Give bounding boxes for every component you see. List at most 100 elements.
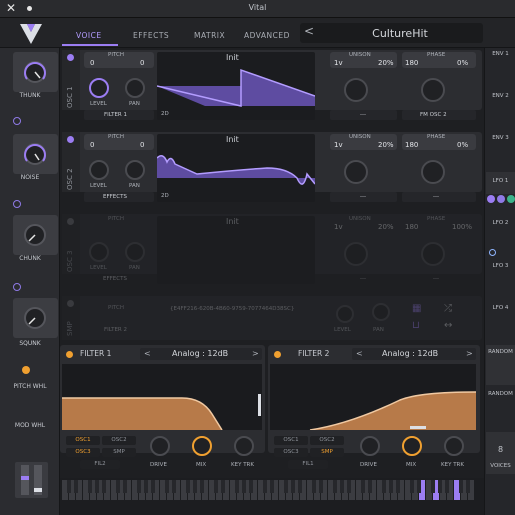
piano-black-key[interactable]: [249, 480, 253, 493]
piano-black-key[interactable]: [396, 480, 400, 493]
mod-source-icon[interactable]: [497, 195, 505, 203]
osc2-phase-rand[interactable]: 0%: [457, 141, 468, 149]
filter2-response-graph[interactable]: [270, 364, 477, 431]
env3-tab[interactable]: ENV 3: [486, 135, 515, 141]
wheel-controls[interactable]: [15, 462, 48, 498]
filter1-mix-knob[interactable]: [192, 436, 212, 456]
filter2-next-icon[interactable]: >: [466, 349, 473, 358]
osc1-pan-knob[interactable]: [125, 78, 145, 98]
osc3-dest-text[interactable]: EFFECTS: [103, 276, 127, 282]
pitch-wheel-label[interactable]: PITCH WHL: [0, 383, 60, 390]
random1-tab[interactable]: RANDOM: [486, 349, 515, 355]
filter1-src-osc1[interactable]: OSC1: [66, 436, 100, 445]
tab-effects[interactable]: EFFECTS: [133, 31, 169, 40]
osc1-wavetable-display[interactable]: [156, 52, 316, 120]
osc1-phase-value[interactable]: 180: [405, 59, 418, 67]
osc3-unison-knob[interactable]: [344, 242, 368, 266]
piano-black-key[interactable]: [200, 480, 204, 493]
osc1-enable-toggle[interactable]: [67, 54, 74, 61]
sampler-level-knob[interactable]: [336, 305, 354, 323]
filter1-route-target[interactable]: FIL2: [80, 460, 120, 469]
filter2-src-osc1[interactable]: OSC1: [274, 436, 308, 445]
piano-black-key[interactable]: [417, 480, 421, 493]
filter1-drive-knob[interactable]: [150, 436, 170, 456]
sampler-pan-knob[interactable]: [372, 303, 390, 321]
sampler-bounce-icon[interactable]: ↔: [444, 320, 452, 331]
osc3-phase-sel-text[interactable]: ---: [433, 276, 439, 282]
piano-black-key[interactable]: [340, 480, 344, 493]
osc2-pan-knob[interactable]: [125, 160, 145, 180]
osc3-phase-knob[interactable]: [421, 242, 445, 266]
filter1-src-osc3[interactable]: OSC3: [66, 448, 100, 457]
lfo4-tab[interactable]: LFO 4: [486, 305, 515, 311]
preset-prev-button[interactable]: <: [304, 24, 314, 38]
piano-black-key[interactable]: [284, 480, 288, 493]
piano-black-key[interactable]: [235, 480, 239, 493]
piano-black-key[interactable]: [67, 480, 71, 493]
piano-black-key[interactable]: [466, 480, 470, 493]
piano-black-key[interactable]: [151, 480, 155, 493]
osc1-wavetable-name[interactable]: Init: [226, 53, 239, 62]
osc2-dim-label[interactable]: 2D: [161, 193, 169, 199]
lfo1-tab[interactable]: LFO 1: [486, 178, 515, 184]
piano-black-key[interactable]: [74, 480, 78, 493]
osc2-unison-voices[interactable]: 1v: [334, 141, 343, 149]
filter2-prev-icon[interactable]: <: [356, 349, 363, 358]
osc3-phase-value[interactable]: 180: [405, 223, 418, 231]
piano-black-key[interactable]: [291, 480, 295, 493]
piano-black-key[interactable]: [88, 480, 92, 493]
vital-logo-icon[interactable]: [18, 22, 44, 46]
osc3-wavetable-name[interactable]: Init: [226, 217, 239, 226]
preset-name[interactable]: CultureHit: [330, 27, 470, 40]
piano-black-key[interactable]: [312, 480, 316, 493]
filter1-prev-icon[interactable]: <: [144, 349, 151, 358]
piano-black-key[interactable]: [368, 480, 372, 493]
filter2-src-osc2[interactable]: OSC2: [310, 436, 344, 445]
osc2-pitch-transpose[interactable]: 0: [90, 141, 94, 149]
voices-value[interactable]: 8: [486, 445, 515, 454]
macro-knob-4[interactable]: [13, 298, 58, 338]
filter2-mix-knob[interactable]: [402, 436, 422, 456]
piano-black-key[interactable]: [389, 480, 393, 493]
osc2-wavetable-display[interactable]: [156, 134, 316, 202]
osc2-level-knob[interactable]: [89, 160, 109, 180]
piano-black-key[interactable]: [459, 480, 463, 493]
macro-mod-icon[interactable]: [13, 117, 21, 125]
sampler-name[interactable]: {E4FF216-620B-4B60-9759-7077464D38SC}: [170, 306, 294, 312]
env1-tab[interactable]: ENV 1: [486, 51, 515, 57]
piano-black-key[interactable]: [193, 480, 197, 493]
filter2-keytrk-knob[interactable]: [444, 436, 464, 456]
osc1-unison-voices[interactable]: 1v: [334, 59, 343, 67]
filter2-route-target[interactable]: FIL1: [288, 460, 328, 469]
osc1-pitch-transpose[interactable]: 0: [90, 59, 94, 67]
piano-black-key[interactable]: [410, 480, 414, 493]
piano-black-key[interactable]: [298, 480, 302, 493]
macro-mod-icon[interactable]: [13, 283, 21, 291]
osc3-unison-voices[interactable]: 1v: [334, 223, 343, 231]
filter1-keytrk-knob[interactable]: [234, 436, 254, 456]
macro-knob-2[interactable]: [13, 134, 58, 174]
osc3-wavetable-display[interactable]: [157, 216, 315, 284]
filter1-src-osc2[interactable]: OSC2: [102, 436, 136, 445]
osc2-phase-selector[interactable]: [402, 192, 476, 202]
macro-knob-3[interactable]: [13, 215, 58, 255]
piano-black-key[interactable]: [186, 480, 190, 493]
sampler-enable-toggle[interactable]: [67, 300, 74, 307]
osc2-phase-knob[interactable]: [421, 160, 445, 184]
osc1-dim-label[interactable]: 2D: [161, 111, 169, 117]
lfo2-mod-icon[interactable]: [489, 249, 496, 256]
lfo2-tab[interactable]: LFO 2: [486, 220, 515, 226]
piano-black-key[interactable]: [123, 480, 127, 493]
sampler-keytrack-icon[interactable]: ▦: [412, 303, 421, 314]
piano-black-key[interactable]: [95, 480, 99, 493]
filter1-enable-toggle[interactable]: [66, 351, 73, 358]
piano-black-key[interactable]: [270, 480, 274, 493]
osc2-unison-detune[interactable]: 20%: [378, 141, 394, 149]
osc1-level-knob[interactable]: [89, 78, 109, 98]
random2-tab[interactable]: RANDOM: [486, 391, 515, 397]
piano-black-key[interactable]: [361, 480, 365, 493]
piano-black-key[interactable]: [221, 480, 225, 493]
osc3-pan-knob[interactable]: [125, 242, 145, 262]
filter1-response-graph[interactable]: [62, 364, 262, 431]
osc1-pitch-tune[interactable]: 0: [140, 59, 144, 67]
